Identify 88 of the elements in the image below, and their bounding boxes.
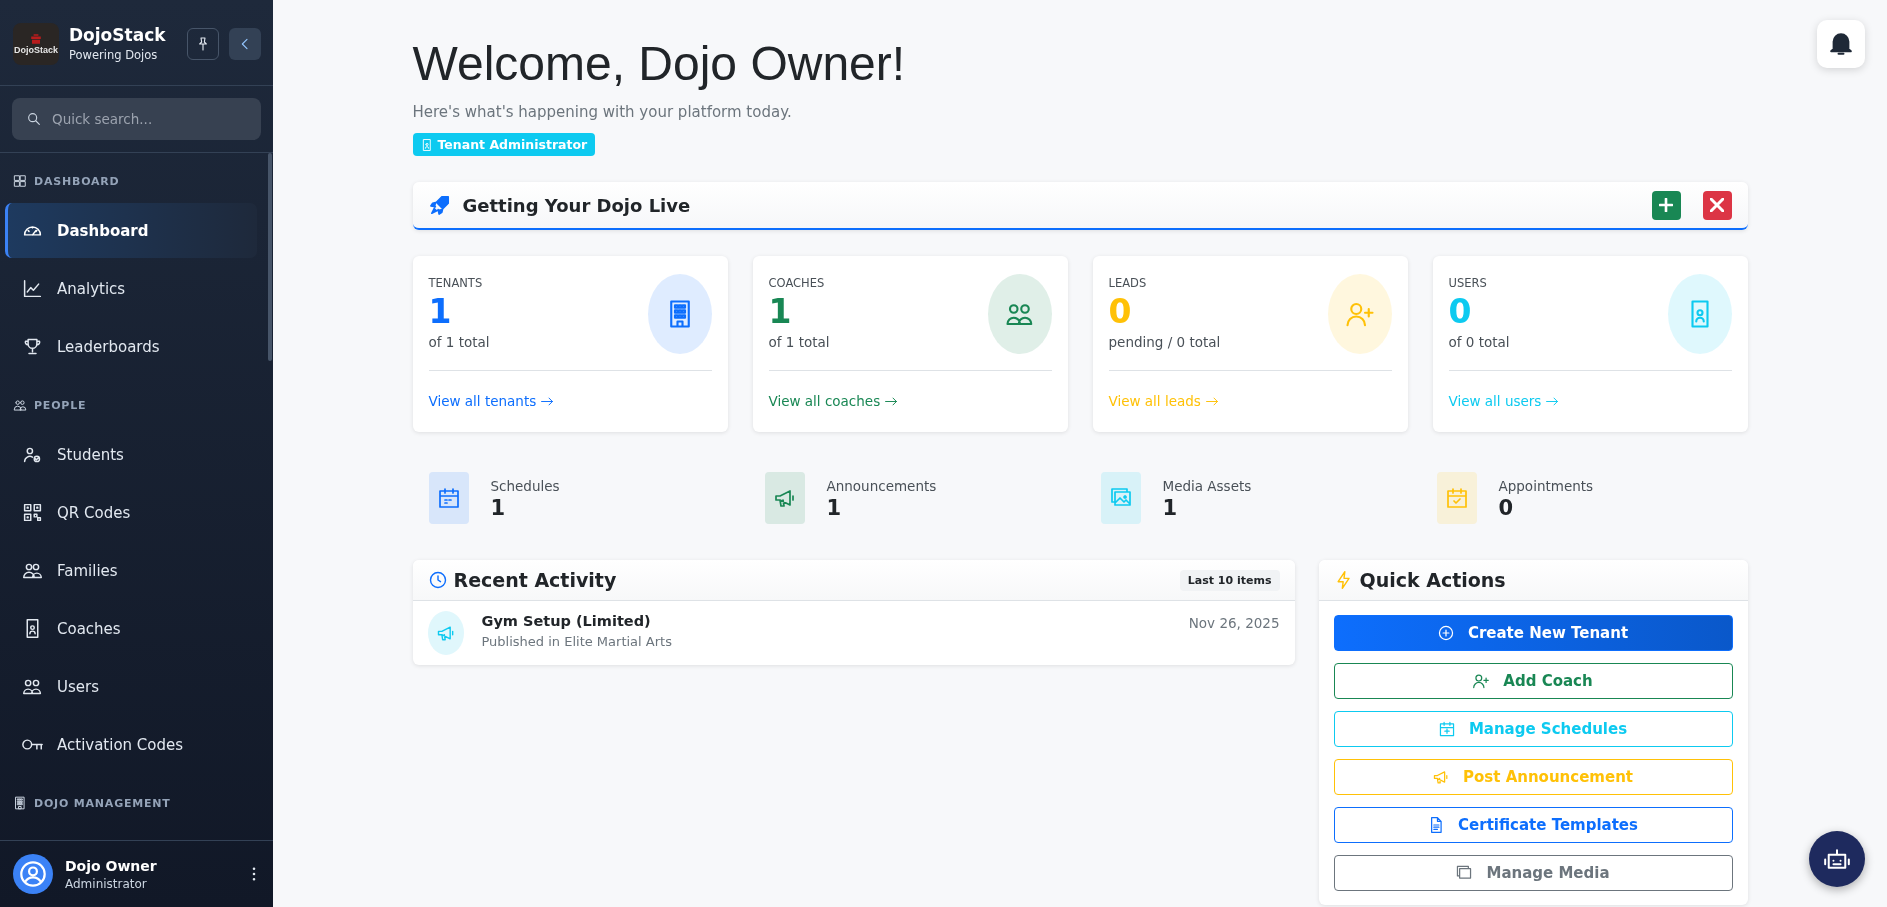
plus-icon	[1659, 198, 1673, 212]
user-role: Administrator	[65, 876, 148, 891]
activity-item[interactable]: Gym Setup (Limited) Published in Elite Martial Arts Nov 26, 2025	[412, 601, 1295, 665]
id-badge-icon	[420, 138, 433, 151]
megaphone-icon	[427, 611, 464, 655]
stat-value: 0	[1108, 292, 1133, 332]
stat-value: 0	[1498, 496, 1515, 520]
panel-title: Recent Activity	[453, 569, 617, 591]
user-name: Dojo Owner	[65, 857, 158, 874]
view-all-link[interactable]: View all coaches	[768, 393, 898, 409]
nav-item[interactable]: Dashboard	[5, 203, 257, 258]
expand-button[interactable]	[1651, 190, 1681, 220]
nav-item[interactable]: Users	[5, 659, 257, 714]
stat-label: Media Assets	[1162, 478, 1253, 494]
images-icon	[1456, 865, 1473, 881]
brand-tagline: Powering Dojos	[69, 48, 159, 62]
logo-text: DojoStack	[14, 44, 58, 55]
section-icon	[13, 174, 27, 188]
notifications-button[interactable]	[1817, 20, 1865, 68]
nav-icon	[22, 502, 43, 523]
nav-item[interactable]: Activation Codes	[5, 717, 257, 772]
arrow-icon	[885, 396, 898, 406]
user-plus-icon	[1473, 673, 1490, 689]
nav-item[interactable]: Families	[5, 543, 257, 598]
brand-name: DojoStack	[69, 25, 167, 45]
stat-detail: of 0 total	[1448, 333, 1511, 350]
nav-item[interactable]: Students	[5, 427, 257, 482]
nav-item[interactable]: Leaderboards	[5, 319, 257, 374]
quick-action-button[interactable]: Create New Tenant	[1333, 615, 1733, 651]
activity-subtitle: Published in Elite Martial Arts	[481, 634, 673, 649]
robot-icon	[1824, 846, 1850, 872]
nav-item[interactable]: QR Codes	[5, 485, 257, 540]
stat-value: 1	[826, 496, 843, 520]
quick-action-button[interactable]: Manage Media	[1333, 855, 1733, 891]
bell-icon	[1830, 33, 1852, 55]
arrow-icon	[1205, 396, 1218, 406]
page-subtitle: Here's what's happening with your platform today.	[412, 103, 793, 121]
view-all-link[interactable]: View all tenants	[428, 393, 554, 409]
chatbot-button[interactable]	[1809, 831, 1865, 887]
nav-icon	[22, 278, 43, 299]
section-icon	[13, 796, 27, 810]
more-icon[interactable]	[251, 866, 257, 882]
document-icon	[1428, 817, 1445, 833]
stat-label: COACHES	[768, 276, 826, 290]
stat-label: USERS	[1448, 276, 1488, 290]
stat-value: 1	[768, 292, 793, 332]
section-title: DASHBOARD	[34, 174, 120, 188]
search-field[interactable]: Quick search...	[12, 98, 261, 140]
section-icon	[13, 398, 27, 412]
nav-item[interactable]: Coaches	[5, 601, 257, 656]
activity-title: Gym Setup (Limited)	[481, 613, 652, 629]
quick-action-button[interactable]: Certificate Templates	[1333, 807, 1733, 843]
rocket-icon	[428, 194, 451, 216]
stat-detail: of 1 total	[428, 333, 491, 350]
section-title: DOJO MANAGEMENT	[34, 796, 171, 810]
stat-value: 0	[1448, 292, 1473, 332]
stat-detail: of 1 total	[768, 333, 831, 350]
count-badge: Last 10 items	[1179, 569, 1280, 591]
stat-value: 1	[428, 292, 453, 332]
nav-icon	[22, 336, 43, 357]
section-title: PEOPLE	[34, 398, 87, 412]
stat-label: TENANTS	[428, 276, 484, 290]
stat-value: 1	[490, 496, 507, 520]
megaphone-icon	[1433, 769, 1449, 785]
quick-action-button[interactable]: Add Coach	[1333, 663, 1733, 699]
stat-label: Announcements	[826, 478, 938, 494]
avatar[interactable]	[13, 854, 53, 894]
stat-detail: pending / 0 total	[1108, 333, 1222, 350]
activity-date: Nov 26, 2025	[1188, 615, 1280, 631]
pin-button[interactable]	[187, 27, 219, 60]
close-button[interactable]	[1702, 190, 1732, 220]
arrow-icon	[1546, 396, 1559, 406]
arrow-icon	[541, 396, 554, 406]
stat-value: 1	[1162, 496, 1179, 520]
panel-title: Getting Your Dojo Live	[462, 194, 691, 216]
role-badge: Tenant Administrator	[412, 133, 596, 156]
scrollbar[interactable]	[268, 153, 272, 361]
user-icon	[20, 861, 46, 887]
stat-label: Schedules	[490, 478, 561, 494]
calendar-plus-icon	[1438, 721, 1455, 737]
close-icon	[1710, 198, 1724, 212]
panel-title: Quick Actions	[1359, 569, 1506, 591]
pagoda-icon	[28, 32, 44, 45]
stat-label: LEADS	[1108, 276, 1148, 290]
page-title: Welcome, Dojo Owner!	[412, 36, 907, 91]
stat-label: Appointments	[1498, 478, 1595, 494]
nav-item[interactable]: Analytics	[5, 261, 257, 316]
clock-icon	[427, 570, 448, 590]
